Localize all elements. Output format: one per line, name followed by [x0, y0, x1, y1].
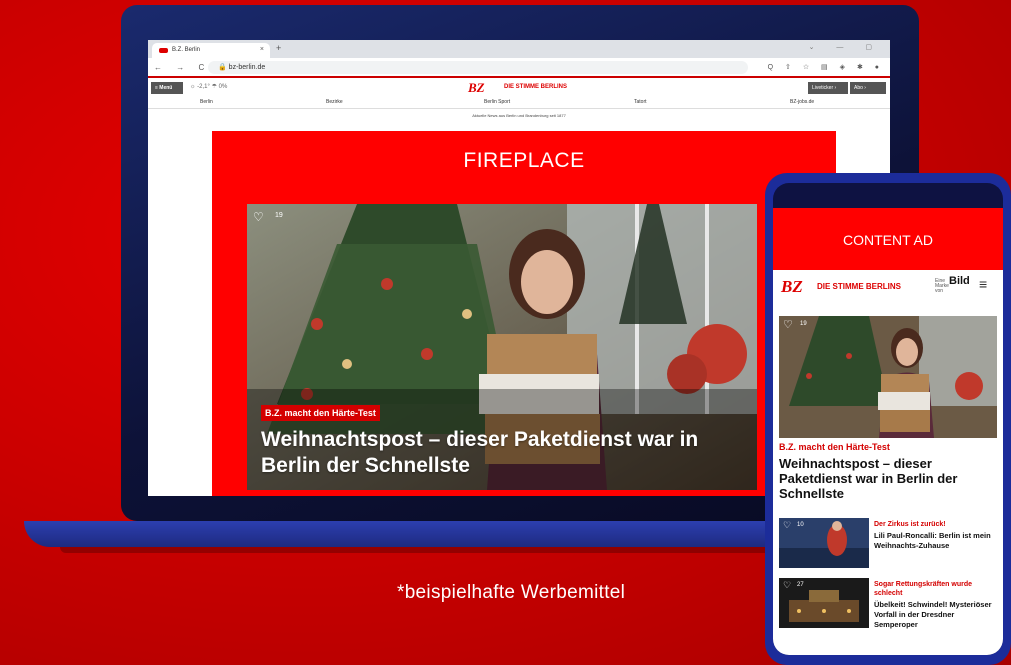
mobile-logo-subtitle: DIE STIMME BERLINS [817, 282, 902, 291]
browser-tabbar: B.Z. Berlin × + ⌄ — ▢ [148, 40, 890, 58]
nav-item-bezirke[interactable]: Bezirke [326, 99, 343, 105]
extension-icons[interactable]: Q ⇧ ☆ ▤ ◈ ✱ ● [768, 63, 884, 71]
fireplace-label: FIREPLACE [463, 149, 585, 172]
bild-logo: Bild [949, 275, 970, 287]
content-ad[interactable]: CONTENT AD [773, 208, 1003, 270]
new-tab-button[interactable]: + [276, 43, 281, 53]
url-text: bz-berlin.de [228, 64, 266, 71]
like-count: 10 [797, 522, 804, 528]
bild-brand-small: Eine Marke von [935, 278, 949, 294]
browser-tab[interactable]: B.Z. Berlin × [152, 43, 270, 58]
hero-caption: B.Z. macht den Härte-Test Weihnachtspost… [261, 403, 741, 479]
mobile-hero-image[interactable]: ♡ 19 [779, 316, 997, 438]
bz-logo[interactable]: BZ [468, 80, 485, 96]
abo-button[interactable]: Abo › [850, 82, 886, 94]
phone-screen: CONTENT AD BZ DIE STIMME BERLINS Eine Ma… [773, 183, 1003, 655]
site-header: ≡ Menü ☼ -2,1° ☂ 0% BZ DIE STIMME BERLIN… [148, 80, 890, 96]
thumb-photo-semperoper [779, 578, 869, 628]
close-tab-icon[interactable]: × [260, 46, 264, 53]
menu-button[interactable]: ≡ Menü [151, 82, 183, 94]
mobile-headline[interactable]: Weihnachtspost – dieser Paketdienst war … [779, 456, 999, 501]
mobile-bz-logo[interactable]: BZ [781, 277, 803, 297]
logo-subtitle: DIE STIMME BERLINS [504, 84, 568, 90]
hero-headline[interactable]: Weihnachtspost – dieser Paketdienst war … [261, 427, 741, 479]
article-thumbnail: ♡ 27 [779, 578, 869, 628]
mobile-kicker: B.Z. macht den Härte-Test [779, 442, 890, 452]
article-headline: Lili Paul-Roncalli: Berlin ist mein Weih… [874, 531, 991, 550]
browser-toolbar: ← → C ⌂ 🔒 bz-berlin.de Q ⇧ ☆ ▤ ◈ ✱ ● [148, 58, 890, 78]
lock-icon: 🔒 [218, 64, 227, 71]
phone-frame: CONTENT AD BZ DIE STIMME BERLINS Eine Ma… [765, 173, 1011, 665]
nav-item-berlin[interactable]: Berlin [200, 99, 213, 105]
nav-item-berlin-sport[interactable]: Berlin Sport [484, 99, 510, 105]
site-tagline: Aktuelle News aus Berlin und Brandenburg… [472, 113, 566, 118]
mobile-like-count: 19 [800, 321, 807, 327]
footnote: *beispielhafte Werbemittel [397, 582, 626, 603]
mobile-heart-icon[interactable]: ♡ [783, 318, 793, 331]
tab-title: B.Z. Berlin [172, 47, 201, 53]
article-kicker: Der Zirkus ist zurück! [874, 521, 946, 528]
heart-icon[interactable]: ♡ [253, 210, 264, 224]
weather-widget: ☼ -2,1° ☂ 0% [190, 84, 228, 90]
bild-brand: Eine Marke von Bild [935, 276, 970, 294]
article-kicker: Sogar Rettungskräften wurde schlecht [874, 581, 973, 597]
laptop-shadow [60, 547, 830, 553]
liveticker-button[interactable]: Liveticker › [808, 82, 848, 94]
address-bar[interactable]: 🔒 bz-berlin.de [208, 61, 748, 74]
hero-teaser[interactable]: ♡ 19 B.Z. macht den Härte-Test Weihnacht… [247, 204, 757, 490]
favicon-icon [159, 48, 168, 53]
heart-icon[interactable]: ♡ [783, 520, 791, 531]
like-count: 27 [797, 582, 804, 588]
list-item[interactable]: ♡ 27 Sogar Rettungskräften wurde schlech… [779, 578, 999, 634]
nav-item-tatort[interactable]: Tatort [634, 99, 647, 105]
mobile-hero-photo [779, 316, 997, 438]
content-ad-label: CONTENT AD [843, 232, 933, 248]
article-headline: Übelkeit! Schwindel! Mysteriöser Vorfall… [874, 600, 992, 629]
mobile-site: BZ DIE STIMME BERLINS Eine Marke von Bil… [773, 270, 1003, 655]
nav-item-bz-jobs[interactable]: BZ-jobs.de [790, 99, 814, 105]
heart-icon[interactable]: ♡ [783, 580, 791, 591]
like-count: 19 [275, 212, 283, 219]
hero-kicker: B.Z. macht den Härte-Test [261, 405, 380, 421]
laptop-base [24, 521, 870, 547]
category-nav: Berlin Bezirke Berlin Sport Tatort BZ-jo… [148, 97, 890, 109]
list-item[interactable]: ♡ 10 Der Zirkus ist zurück! Lili Paul-Ro… [779, 518, 999, 574]
hamburger-menu-icon[interactable]: ≡ [979, 276, 987, 292]
thumb-photo-circus [779, 518, 869, 568]
article-thumbnail: ♡ 10 [779, 518, 869, 568]
window-controls[interactable]: ⌄ — ▢ [809, 43, 882, 51]
